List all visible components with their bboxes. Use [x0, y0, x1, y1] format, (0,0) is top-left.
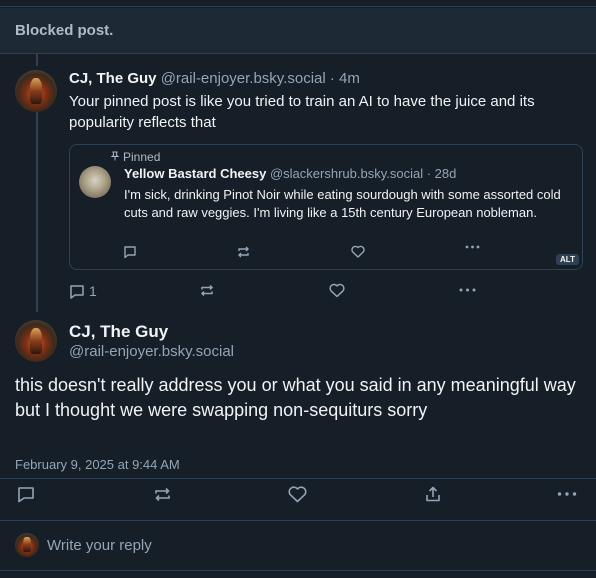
reply-compose-bar[interactable]: Write your reply	[0, 521, 596, 570]
quoted-time: · 28d	[426, 166, 457, 181]
reply-author-handle[interactable]: @rail-enjoyer.bsky.social	[161, 70, 326, 87]
quoted-post[interactable]: Pinned Yellow Bastard Cheesy @slackershr…	[69, 144, 583, 270]
like-icon[interactable]	[329, 283, 345, 298]
reply-text: Your pinned post is like you tried to tr…	[69, 93, 535, 131]
main-post-text: this doesn't really address you or what …	[15, 375, 576, 420]
thread-line	[36, 54, 38, 66]
pin-icon	[110, 150, 120, 164]
reply-author-name[interactable]: CJ, The Guy	[69, 70, 157, 87]
main-repost-icon[interactable]	[153, 486, 172, 503]
quoted-like-icon[interactable]	[351, 245, 365, 258]
pinned-label: Pinned	[123, 150, 161, 164]
quoted-repost-icon[interactable]	[236, 245, 251, 259]
reply-author-avatar[interactable]	[15, 70, 57, 112]
reply-count: 1	[89, 283, 97, 299]
more-options-icon[interactable]	[459, 287, 476, 293]
main-author-avatar[interactable]	[15, 320, 57, 362]
repost-icon[interactable]	[199, 283, 215, 298]
divider	[0, 478, 596, 479]
reply-action-reply[interactable]: 1	[69, 283, 97, 299]
quoted-author-handle[interactable]: @slackershrub.bsky.social	[270, 166, 423, 181]
pinned-indicator: Pinned	[110, 150, 160, 164]
blocked-post-label: Blocked post.	[15, 22, 114, 39]
main-more-options-icon[interactable]	[557, 491, 577, 497]
current-user-avatar	[15, 533, 39, 557]
quoted-author-avatar[interactable]	[79, 166, 111, 198]
top-edge	[0, 0, 596, 7]
blocked-post-notice: Blocked post.	[0, 8, 596, 54]
thread-line	[36, 112, 38, 312]
reply-compose-placeholder[interactable]: Write your reply	[47, 537, 152, 554]
bottom-edge	[0, 570, 596, 578]
main-like-icon[interactable]	[288, 486, 307, 503]
reply-time: · 4m	[329, 70, 360, 87]
main-author-handle[interactable]: @rail-enjoyer.bsky.social	[69, 343, 234, 360]
main-reply-icon[interactable]	[17, 486, 35, 503]
quoted-more-icon[interactable]	[465, 244, 480, 250]
share-icon[interactable]	[424, 485, 442, 503]
quoted-reply-icon[interactable]	[123, 245, 137, 259]
quoted-text: I'm sick, drinking Pinot Noir while eati…	[124, 187, 561, 220]
main-author-name[interactable]: CJ, The Guy	[69, 322, 168, 342]
reply-icon	[69, 284, 85, 299]
main-post-timestamp[interactable]: February 9, 2025 at 9:44 AM	[15, 457, 180, 472]
reply-post[interactable]: CJ, The Guy @rail-enjoyer.bsky.social · …	[69, 70, 589, 133]
alt-badge[interactable]: ALT	[556, 254, 579, 265]
quoted-author-name[interactable]: Yellow Bastard Cheesy	[124, 166, 266, 181]
